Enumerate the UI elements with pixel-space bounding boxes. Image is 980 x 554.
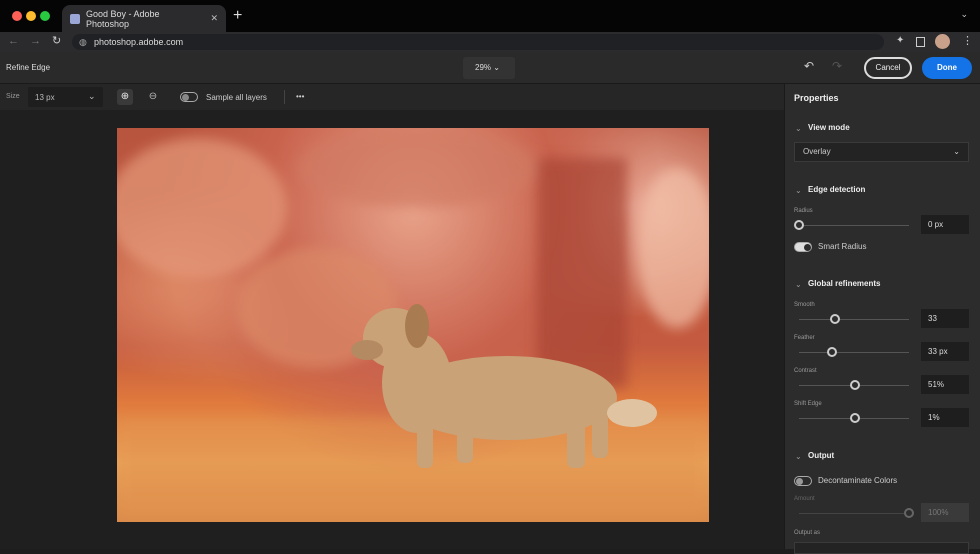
smart-radius-label: Smart Radius (818, 242, 867, 251)
amount-label: Amount (794, 496, 815, 502)
decontaminate-colors-toggle[interactable] (794, 476, 812, 486)
contrast-slider-handle[interactable] (850, 380, 861, 390)
extensions-icon[interactable]: ✦ (896, 35, 904, 46)
new-tab-icon[interactable]: + (233, 7, 242, 25)
cancel-button[interactable]: Cancel (864, 57, 912, 79)
zoom-dropdown[interactable]: 29% ⌄ (463, 57, 515, 79)
view-mode-heading: View mode (808, 123, 850, 132)
reload-icon[interactable]: ↻ (52, 34, 61, 47)
dog-photo-overlay (117, 128, 709, 522)
global-refinements-heading: Global refinements (808, 279, 881, 288)
undo-icon[interactable]: ↶ (804, 59, 814, 73)
page-title: Refine Edge (6, 63, 51, 72)
profile-avatar[interactable] (935, 34, 950, 49)
sample-all-layers-toggle[interactable] (180, 92, 198, 102)
collapse-view-mode-icon[interactable]: ⌄ (795, 124, 802, 133)
radius-slider-handle[interactable] (794, 220, 804, 230)
collapse-edge-detection-icon[interactable]: ⌄ (795, 186, 802, 195)
shift-edge-label: Shift Edge (794, 401, 822, 407)
contract-brush-icon[interactable]: ⊖ (145, 89, 161, 105)
close-tab-icon[interactable]: ✕ (210, 13, 218, 24)
browser-menu-icon[interactable]: ⋮ (962, 34, 973, 47)
sidebar-icon[interactable] (916, 37, 925, 47)
amount-slider-track[interactable] (799, 513, 909, 514)
close-window-button[interactable] (12, 11, 22, 21)
radius-label: Radius (794, 208, 813, 214)
minimize-window-button[interactable] (26, 11, 36, 21)
maximize-window-button[interactable] (40, 11, 50, 21)
zoom-value: 29% (475, 63, 492, 72)
contrast-label: Contrast (794, 368, 817, 374)
tool-options-bar: Size 13 px ⌄ ⊕ ⊖ Sample all layers ••• (0, 84, 784, 110)
back-icon[interactable]: ← (8, 35, 19, 47)
edge-detection-heading: Edge detection (808, 185, 866, 194)
smooth-label: Smooth (794, 302, 815, 308)
size-input[interactable]: 13 px ⌄ (28, 87, 103, 107)
divider (284, 90, 285, 104)
chevron-down-icon: ⌄ (493, 63, 500, 72)
tab-list-chevron-icon[interactable]: ⌄ (960, 9, 968, 20)
chevron-down-icon: ⌄ (953, 147, 960, 156)
size-label: Size (6, 93, 20, 100)
feather-label: Feather (794, 335, 815, 341)
more-options-icon[interactable]: ••• (296, 92, 304, 101)
amount-slider-handle[interactable] (904, 508, 914, 518)
amount-value-field[interactable]: 100% (921, 503, 969, 522)
properties-panel: Properties ⌄ View mode Overlay ⌄ ⌄ Edge … (784, 84, 980, 554)
app-header: Refine Edge 29% ⌄ ↶ ↷ Cancel Done (0, 52, 980, 84)
output-as-label: Output as (794, 530, 821, 536)
site-info-icon[interactable]: ◍ (79, 34, 87, 50)
collapse-output-icon[interactable]: ⌄ (795, 452, 802, 461)
size-chevron-icon[interactable]: ⌄ (88, 91, 96, 102)
view-mode-dropdown[interactable]: Overlay ⌄ (794, 142, 969, 162)
redo-icon[interactable]: ↷ (832, 59, 842, 73)
browser-tab-bar: Good Boy - Adobe Photoshop ✕ + ⌄ (0, 0, 980, 32)
panel-title: Properties (794, 93, 839, 103)
expand-brush-icon[interactable]: ⊕ (117, 89, 133, 105)
output-heading: Output (808, 451, 835, 460)
feather-value-field[interactable]: 33 px (921, 342, 969, 361)
shift-edge-slider-handle[interactable] (849, 413, 860, 423)
smooth-slider-handle[interactable] (830, 314, 841, 324)
smart-radius-toggle[interactable] (794, 242, 812, 252)
photoshop-favicon-icon (70, 13, 80, 24)
radius-slider-track[interactable] (799, 225, 909, 226)
view-mode-value: Overlay (803, 147, 831, 156)
done-button[interactable]: Done (922, 57, 972, 79)
collapse-global-refinements-icon[interactable]: ⌄ (795, 280, 802, 289)
feather-slider-track[interactable] (799, 352, 909, 353)
feather-slider-handle[interactable] (827, 347, 837, 357)
forward-icon[interactable]: → (30, 35, 41, 47)
shift-edge-value-field[interactable]: 1% (921, 408, 969, 427)
smooth-slider-track[interactable] (799, 319, 909, 320)
tab-title: Good Boy - Adobe Photoshop (85, 8, 160, 29)
sample-all-layers-label: Sample all layers (206, 93, 267, 102)
url-field[interactable]: ◍ photoshop.adobe.com (72, 34, 884, 50)
size-value: 13 px (35, 93, 55, 102)
radius-value-field[interactable]: 0 px (921, 215, 969, 234)
decontaminate-colors-label: Decontaminate Colors (818, 476, 898, 485)
contrast-value-field[interactable]: 51% (921, 375, 969, 394)
canvas-image[interactable] (117, 128, 709, 522)
url-text: photoshop.adobe.com (94, 37, 184, 47)
smooth-value-field[interactable]: 33 (921, 309, 969, 328)
output-as-dropdown[interactable] (794, 542, 969, 554)
browser-tab[interactable]: Good Boy - Adobe Photoshop ✕ (62, 5, 226, 32)
